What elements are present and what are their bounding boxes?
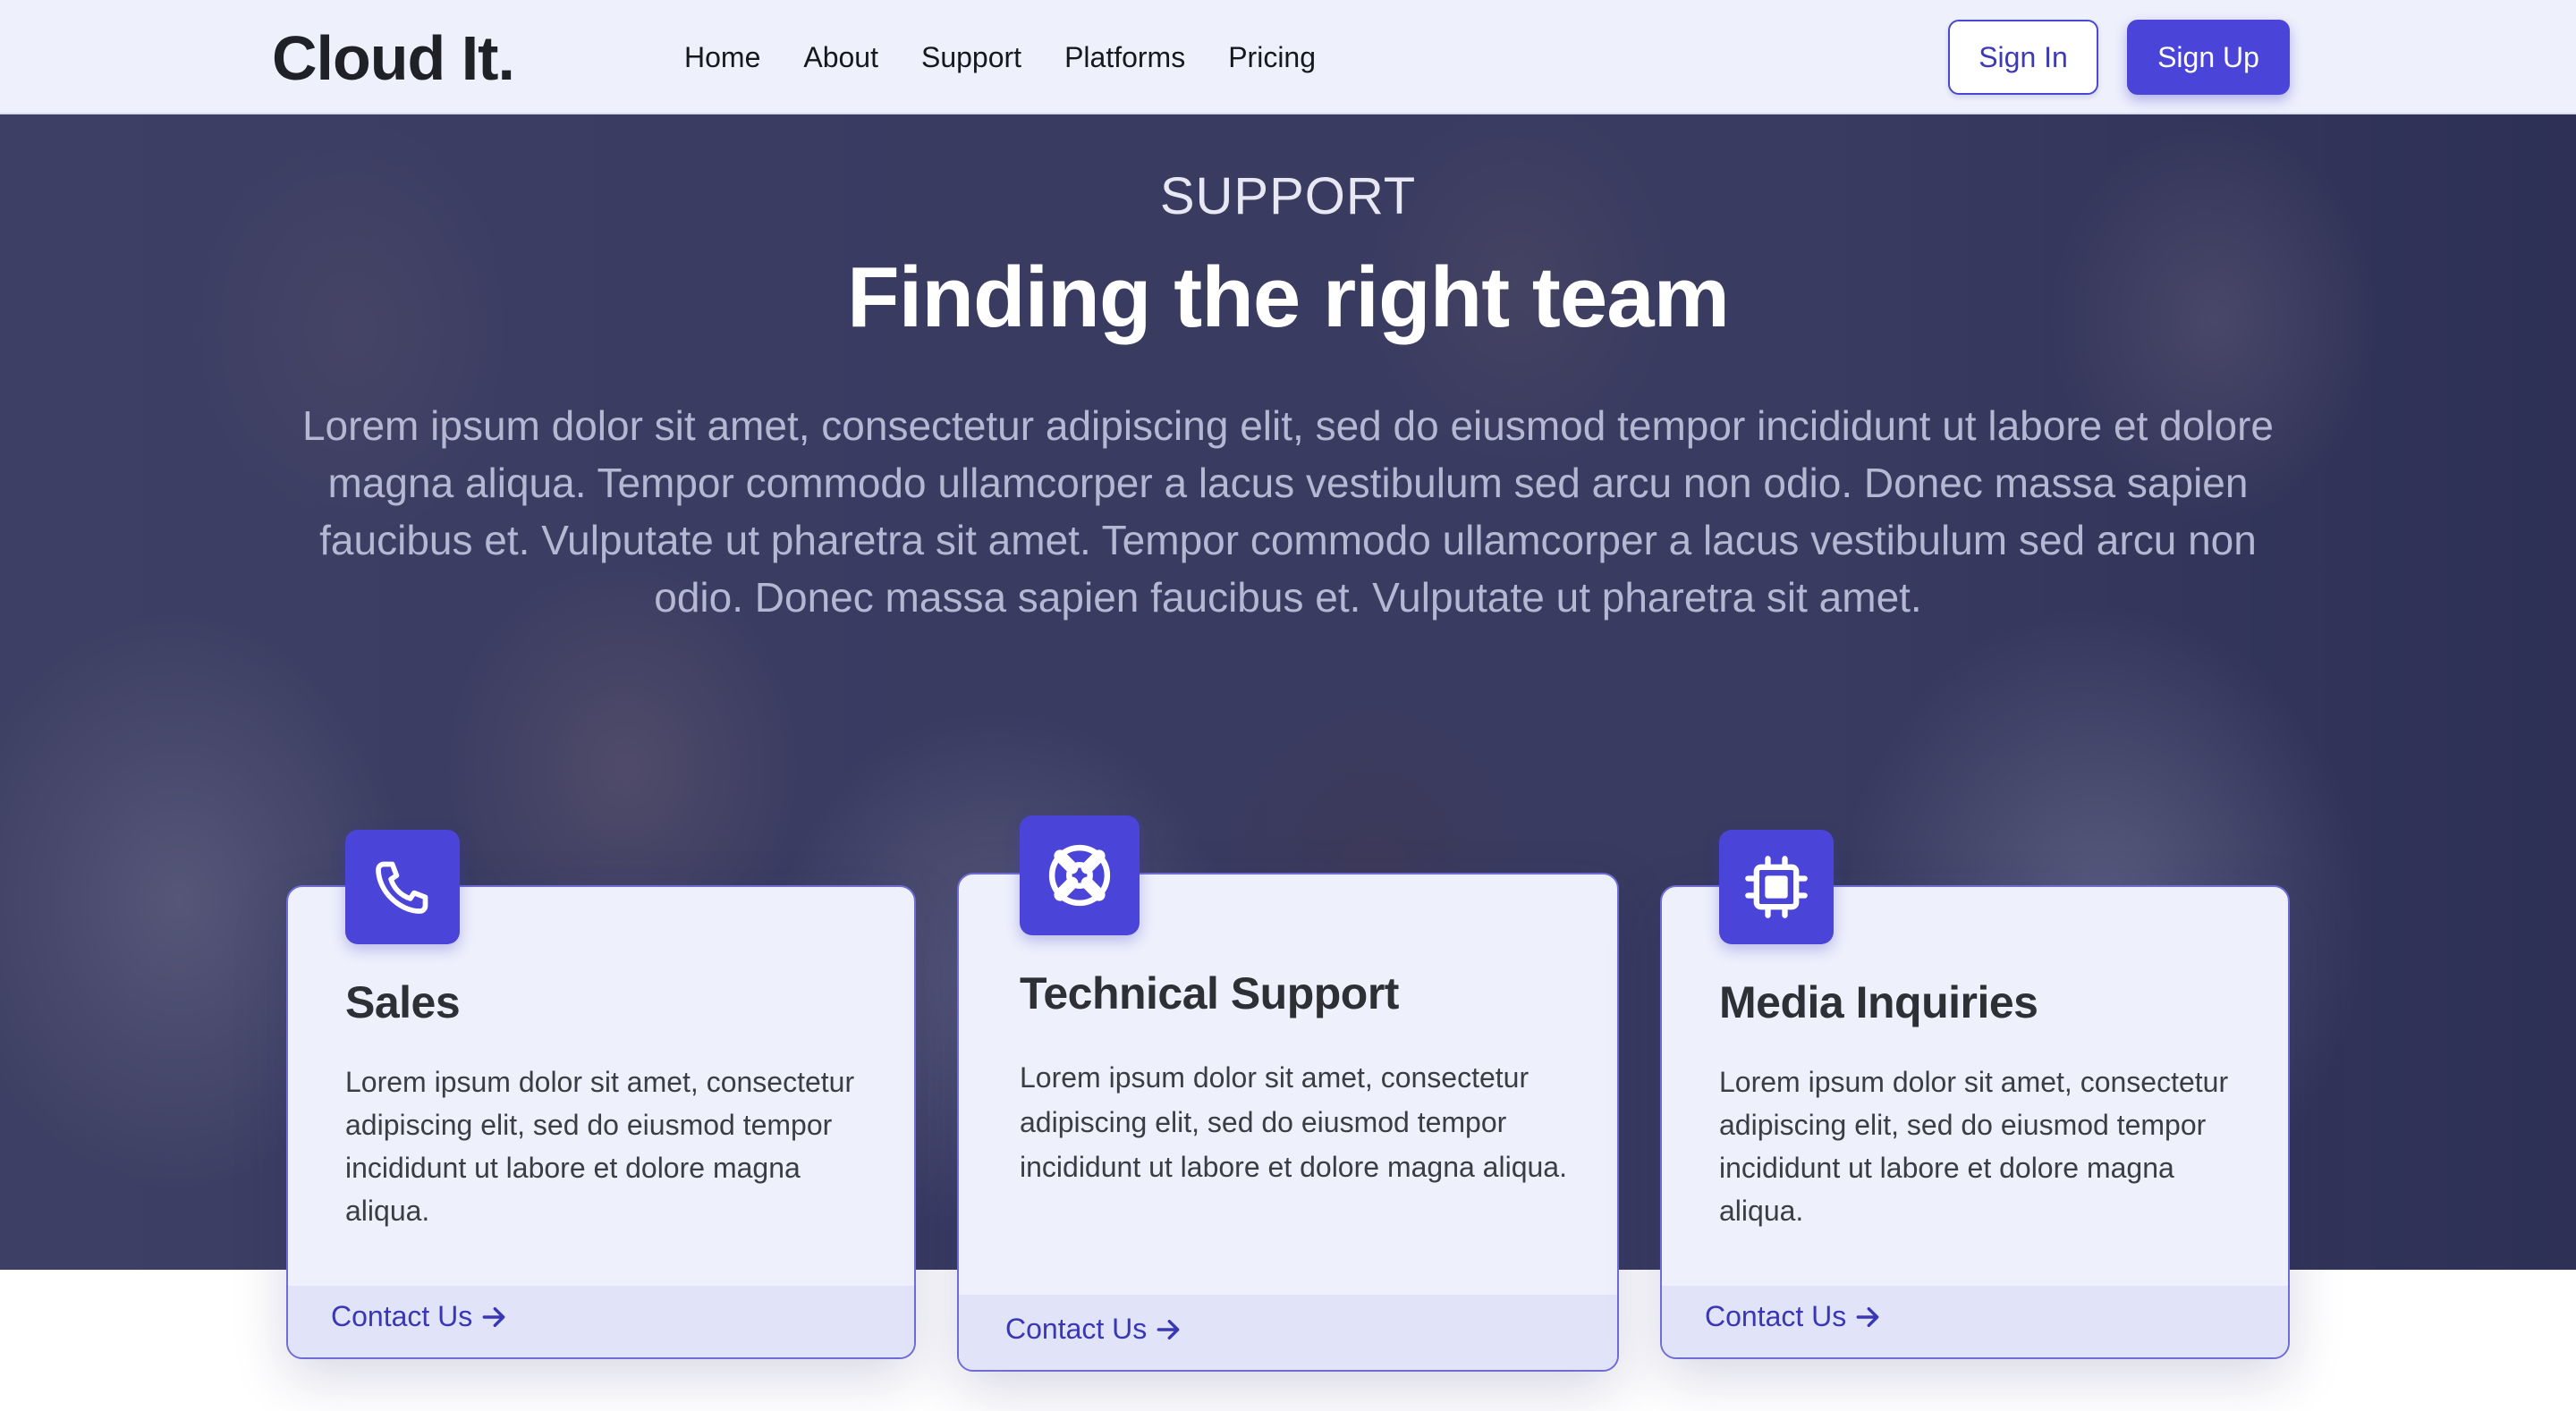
nav-links: Home About Support Platforms Pricing — [684, 36, 1359, 79]
contact-us-label: Contact Us — [1005, 1313, 1148, 1345]
contact-us-label: Contact Us — [331, 1300, 473, 1332]
hero-eyebrow: SUPPORT — [1159, 167, 1417, 225]
top-navbar: Cloud It. Home About Support Platforms P… — [0, 0, 2576, 114]
arrow-right-icon — [1157, 1319, 1180, 1339]
logo[interactable]: Cloud It. — [272, 25, 515, 91]
sign-in-button[interactable]: Sign In — [1948, 20, 2098, 95]
arrow-right-icon — [482, 1306, 505, 1327]
contact-us-link[interactable]: Contact Us — [331, 1300, 508, 1333]
contact-us-link[interactable]: Contact Us — [1705, 1300, 1882, 1333]
card-title: Media Inquiries — [1719, 977, 2038, 1027]
nav-link-platforms[interactable]: Platforms — [1064, 36, 1185, 79]
card-title: Technical Support — [1020, 968, 1399, 1018]
card-footer: Contact Us — [1662, 1286, 2288, 1357]
card-technical-support: Technical Support Lorem ipsum dolor sit … — [957, 873, 1619, 1372]
card-footer: Contact Us — [959, 1295, 1617, 1370]
contact-us-label: Contact Us — [1705, 1300, 1847, 1332]
contact-us-link[interactable]: Contact Us — [1005, 1313, 1182, 1346]
card-footer: Contact Us — [288, 1286, 914, 1357]
nav-link-home[interactable]: Home — [684, 36, 760, 79]
nav-link-support[interactable]: Support — [921, 36, 1021, 79]
nav-link-pricing[interactable]: Pricing — [1228, 36, 1316, 79]
card-sales: Sales Lorem ipsum dolor sit amet, consec… — [286, 885, 916, 1359]
card-title: Sales — [345, 977, 461, 1027]
card-text: Lorem ipsum dolor sit amet, consectetur … — [1020, 1061, 1567, 1183]
chip-icon — [1719, 830, 1834, 944]
hero-description: Lorem ipsum dolor sit amet, consectetur … — [301, 402, 2275, 621]
card-text: Lorem ipsum dolor sit amet, consectetur … — [345, 1066, 855, 1227]
card-text: Lorem ipsum dolor sit amet, consectetur … — [1719, 1066, 2229, 1227]
phone-icon — [345, 830, 460, 944]
card-media-inquiries: Media Inquiries Lorem ipsum dolor sit am… — [1660, 885, 2290, 1359]
nav-link-about[interactable]: About — [803, 36, 878, 79]
arrow-right-icon — [1856, 1306, 1879, 1327]
lifebuoy-icon — [1020, 815, 1140, 935]
sign-up-button[interactable]: Sign Up — [2127, 20, 2290, 95]
hero-title: Finding the right team — [847, 249, 1730, 345]
